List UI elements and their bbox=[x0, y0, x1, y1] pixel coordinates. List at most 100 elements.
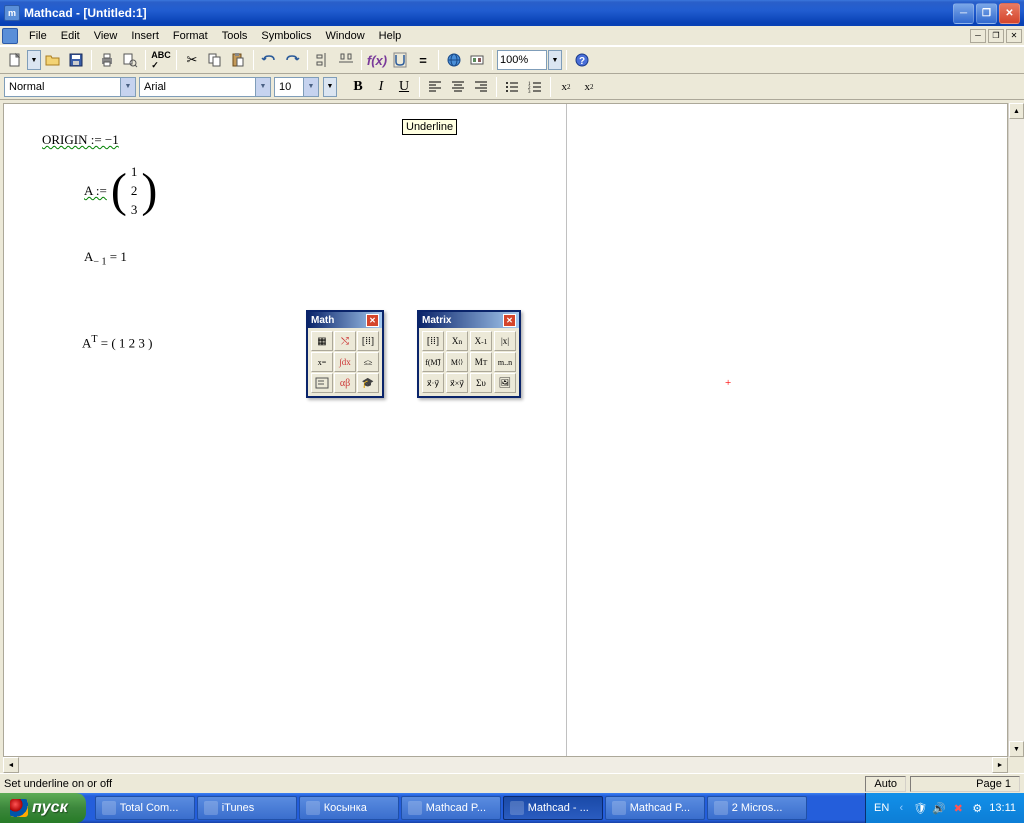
align-down-button[interactable] bbox=[335, 49, 357, 71]
transpose-button[interactable]: MT bbox=[470, 352, 492, 372]
underline-button[interactable]: U bbox=[393, 76, 415, 98]
align-center-button[interactable] bbox=[447, 76, 469, 98]
insert-matrix-button[interactable]: [⁞⁞] bbox=[422, 331, 444, 351]
taskbar-item-mathcad-1[interactable]: Mathcad P... bbox=[401, 796, 501, 820]
scroll-down-button[interactable]: ▼ bbox=[1009, 741, 1024, 757]
mdi-close-button[interactable]: ✕ bbox=[1006, 29, 1022, 43]
numbering-button[interactable]: 123 bbox=[524, 76, 546, 98]
subscript-button[interactable]: x2 bbox=[578, 76, 600, 98]
menu-window[interactable]: Window bbox=[319, 28, 372, 44]
print-preview-button[interactable] bbox=[119, 49, 141, 71]
region-a-definition[interactable]: A := ( 1 2 3 ) bbox=[84, 164, 157, 218]
taskbar-item-word[interactable]: 2 Micros... bbox=[707, 796, 807, 820]
sum-button[interactable]: Συ bbox=[470, 373, 492, 393]
taskbar-item-itunes[interactable]: iTunes bbox=[197, 796, 297, 820]
tray-security-icon[interactable]: 🛡 bbox=[913, 801, 927, 815]
tray-clock[interactable]: 13:11 bbox=[989, 802, 1016, 814]
menu-symbolics[interactable]: Symbolics bbox=[254, 28, 318, 44]
style-combo[interactable]: ▼ bbox=[4, 77, 136, 97]
print-button[interactable] bbox=[96, 49, 118, 71]
mdi-minimize-button[interactable]: ─ bbox=[970, 29, 986, 43]
boolean-toolbar-button[interactable]: ≤≥ bbox=[357, 352, 379, 372]
programming-toolbar-button[interactable] bbox=[311, 373, 333, 393]
palette-math-close-button[interactable]: ✕ bbox=[366, 314, 379, 327]
cross-product-button[interactable]: x⃗×y⃗ bbox=[446, 373, 468, 393]
inverse-button[interactable]: X-1 bbox=[470, 331, 492, 351]
mdi-restore-button[interactable]: ❐ bbox=[988, 29, 1004, 43]
bullets-button[interactable] bbox=[501, 76, 523, 98]
insert-component-button[interactable] bbox=[466, 49, 488, 71]
palette-matrix-close-button[interactable]: ✕ bbox=[503, 314, 516, 327]
taskbar-item-totalcommander[interactable]: Total Com... bbox=[95, 796, 195, 820]
scroll-left-button[interactable]: ◄ bbox=[3, 757, 19, 773]
window-restore-button[interactable]: ❐ bbox=[976, 3, 997, 24]
subscript-button-matrix[interactable]: Xn bbox=[446, 331, 468, 351]
taskbar-item-mathcad-2[interactable]: Mathcad P... bbox=[605, 796, 705, 820]
calculator-toolbar-button[interactable]: ▦ bbox=[311, 331, 333, 351]
insert-function-button[interactable]: f(x) bbox=[366, 49, 388, 71]
window-close-button[interactable]: ✕ bbox=[999, 3, 1020, 24]
style-input[interactable] bbox=[5, 78, 120, 96]
horizontal-scrollbar[interactable]: ◄ ► bbox=[0, 757, 1024, 773]
greek-toolbar-button[interactable]: αβ bbox=[334, 373, 356, 393]
menu-insert[interactable]: Insert bbox=[124, 28, 166, 44]
tray-network-icon[interactable]: ✖ bbox=[951, 801, 965, 815]
region-a-transpose[interactable]: AT = ( 1 2 3 ) bbox=[82, 334, 153, 351]
palette-matrix[interactable]: Matrix ✕ [⁞⁞] Xn X-1 |x| f(M)⃗ M⟨⟩ MT m.… bbox=[417, 310, 521, 398]
fontsize-dropdown[interactable]: ▼ bbox=[323, 77, 337, 97]
menu-view[interactable]: View bbox=[87, 28, 125, 44]
system-tray[interactable]: EN ‹ 🛡 🔊 ✖ ⚙ 13:11 bbox=[865, 793, 1024, 823]
copy-button[interactable] bbox=[204, 49, 226, 71]
region-origin[interactable]: ORIGIN := −1 bbox=[42, 132, 119, 148]
zoom-input[interactable] bbox=[497, 50, 547, 70]
font-input[interactable] bbox=[140, 78, 255, 96]
spell-check-button[interactable]: ABC✓ bbox=[150, 49, 172, 71]
determinant-button[interactable]: |x| bbox=[494, 331, 516, 351]
superscript-button[interactable]: x2 bbox=[555, 76, 577, 98]
vectorize-button[interactable]: f(M)⃗ bbox=[422, 352, 444, 372]
tray-arrow-icon[interactable]: ‹ bbox=[894, 801, 908, 815]
open-button[interactable] bbox=[42, 49, 64, 71]
zoom-dropdown[interactable]: ▼ bbox=[548, 50, 562, 70]
insert-unit-button[interactable] bbox=[389, 49, 411, 71]
palette-math-titlebar[interactable]: Math ✕ bbox=[308, 312, 382, 328]
scroll-up-button[interactable]: ▲ bbox=[1009, 103, 1024, 119]
align-regions-button[interactable] bbox=[312, 49, 334, 71]
range-button[interactable]: m..n bbox=[494, 352, 516, 372]
evaluation-toolbar-button[interactable]: x= bbox=[311, 352, 333, 372]
taskbar-item-mathcad-active[interactable]: Mathcad - ... bbox=[503, 796, 603, 820]
new-dropdown[interactable]: ▼ bbox=[27, 50, 41, 70]
menu-file[interactable]: File bbox=[22, 28, 54, 44]
palette-math[interactable]: Math ✕ ▦ ⤭ [⁞⁞] x= ∫dx ≤≥ αβ 🎓 bbox=[306, 310, 384, 398]
paste-button[interactable] bbox=[227, 49, 249, 71]
bold-button[interactable]: B bbox=[347, 76, 369, 98]
matrix-toolbar-button[interactable]: [⁞⁞] bbox=[357, 331, 379, 351]
calculus-toolbar-button[interactable]: ∫dx bbox=[334, 352, 356, 372]
align-left-button[interactable] bbox=[424, 76, 446, 98]
calculate-button[interactable]: = bbox=[412, 49, 434, 71]
tray-app-icon[interactable]: ⚙ bbox=[970, 801, 984, 815]
undo-button[interactable] bbox=[258, 49, 280, 71]
dot-product-button[interactable]: x⃗·y⃗ bbox=[422, 373, 444, 393]
new-button[interactable] bbox=[4, 49, 26, 71]
taskbar-item-solitaire[interactable]: Косынка bbox=[299, 796, 399, 820]
align-right-button[interactable] bbox=[470, 76, 492, 98]
menu-format[interactable]: Format bbox=[166, 28, 215, 44]
vertical-scrollbar[interactable]: ▲ ▼ bbox=[1008, 103, 1024, 757]
fontsize-input[interactable] bbox=[275, 78, 303, 96]
menu-tools[interactable]: Tools bbox=[215, 28, 255, 44]
menu-edit[interactable]: Edit bbox=[54, 28, 87, 44]
fontsize-combo[interactable]: ▼ bbox=[274, 77, 319, 97]
graph-toolbar-button[interactable]: ⤭ bbox=[334, 331, 356, 351]
start-button[interactable]: пуск bbox=[0, 793, 86, 823]
italic-button[interactable]: I bbox=[370, 76, 392, 98]
insert-hyperlink-button[interactable] bbox=[443, 49, 465, 71]
tray-volume-icon[interactable]: 🔊 bbox=[932, 801, 946, 815]
symbolic-toolbar-button[interactable]: 🎓 bbox=[357, 373, 379, 393]
menu-help[interactable]: Help bbox=[372, 28, 409, 44]
font-combo[interactable]: ▼ bbox=[139, 77, 271, 97]
palette-matrix-titlebar[interactable]: Matrix ✕ bbox=[419, 312, 519, 328]
picture-button[interactable]: 🖼 bbox=[494, 373, 516, 393]
window-minimize-button[interactable]: ─ bbox=[953, 3, 974, 24]
cut-button[interactable]: ✂ bbox=[181, 49, 203, 71]
